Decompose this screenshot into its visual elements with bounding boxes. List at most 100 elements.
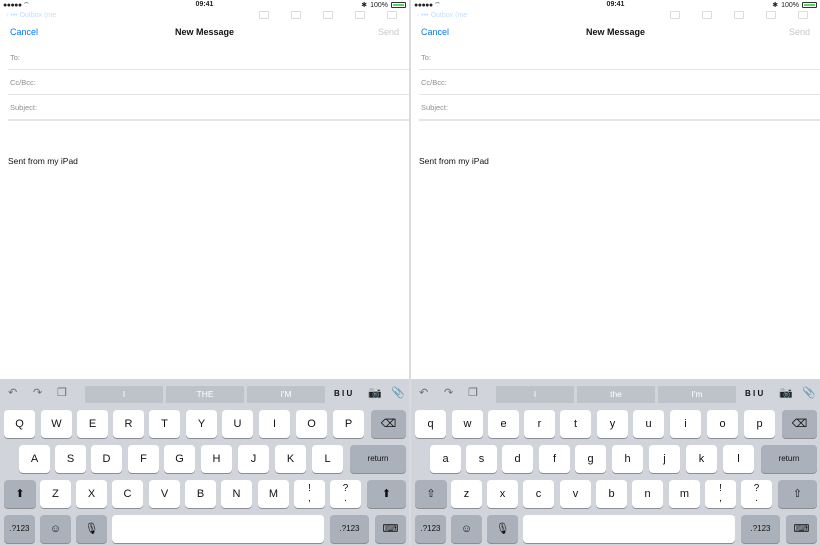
microphone-key[interactable]: 🎙 (76, 515, 107, 543)
key-k[interactable]: K (275, 445, 306, 473)
key-m[interactable]: m (669, 480, 700, 508)
numbers-key[interactable]: .?123 (415, 515, 446, 543)
key-j[interactable]: j (649, 445, 680, 473)
suggestion-3[interactable]: I'm (658, 386, 736, 403)
key-a[interactable]: a (430, 445, 461, 473)
shift-right-key[interactable]: ⬆ (367, 480, 406, 508)
hide-keyboard-key[interactable]: ⌨ (786, 515, 817, 543)
key-e[interactable]: E (77, 410, 108, 438)
key-g[interactable]: G (164, 445, 195, 473)
hide-keyboard-key[interactable]: ⌨ (375, 515, 406, 543)
key-f[interactable]: F (128, 445, 159, 473)
key-u[interactable]: u (633, 410, 664, 438)
to-field[interactable]: To: (8, 45, 409, 70)
key-m[interactable]: M (258, 480, 289, 508)
suggestion-3[interactable]: I'M (247, 386, 325, 403)
camera-icon[interactable]: 📷 (779, 386, 793, 399)
key-p[interactable]: p (744, 410, 775, 438)
key-r[interactable]: R (113, 410, 144, 438)
key-t[interactable]: T (149, 410, 180, 438)
subject-field[interactable]: Subject: (8, 95, 409, 120)
space-key[interactable] (112, 515, 324, 543)
key-x[interactable]: X (76, 480, 107, 508)
key-k[interactable]: k (686, 445, 717, 473)
suggestion-2[interactable]: the (577, 386, 655, 403)
redo-icon[interactable]: ↷ (444, 386, 453, 399)
key-e[interactable]: e (488, 410, 519, 438)
emoji-key[interactable]: ☺ (40, 515, 71, 543)
key-n[interactable]: n (632, 480, 663, 508)
key-z[interactable]: z (451, 480, 482, 508)
shift-left-key[interactable]: ⇧ (415, 480, 447, 508)
to-field[interactable]: To: (419, 45, 820, 70)
paste-icon[interactable]: ❐ (57, 386, 67, 399)
key-v[interactable]: v (560, 480, 591, 508)
undo-icon[interactable]: ↶ (8, 386, 17, 399)
key-b[interactable]: b (596, 480, 627, 508)
send-button[interactable]: Send (378, 27, 399, 37)
emoji-key[interactable]: ☺ (451, 515, 482, 543)
return-key[interactable]: return (350, 445, 406, 473)
suggestion-2[interactable]: THE (166, 386, 244, 403)
key-b[interactable]: B (185, 480, 216, 508)
cc-bcc-field[interactable]: Cc/Bcc: (419, 70, 820, 95)
key-w[interactable]: w (452, 410, 483, 438)
key-o[interactable]: O (296, 410, 327, 438)
key-i[interactable]: i (670, 410, 701, 438)
key-question-period[interactable]: ?. (330, 480, 361, 508)
return-key[interactable]: return (761, 445, 817, 473)
attachment-icon[interactable]: 📎 (391, 386, 405, 399)
key-q[interactable]: q (415, 410, 446, 438)
key-y[interactable]: Y (186, 410, 217, 438)
key-x[interactable]: x (487, 480, 518, 508)
key-f[interactable]: f (539, 445, 570, 473)
suggestion-1[interactable]: I (496, 386, 574, 403)
message-body-signature[interactable]: Sent from my iPad (419, 156, 489, 166)
key-exclaim-comma[interactable]: !, (705, 480, 736, 508)
key-z[interactable]: Z (40, 480, 71, 508)
key-i[interactable]: I (259, 410, 290, 438)
key-v[interactable]: V (149, 480, 180, 508)
key-n[interactable]: N (221, 480, 252, 508)
attachment-icon[interactable]: 📎 (802, 386, 816, 399)
key-o[interactable]: o (707, 410, 738, 438)
redo-icon[interactable]: ↷ (33, 386, 42, 399)
key-q[interactable]: Q (4, 410, 35, 438)
space-key[interactable] (523, 515, 735, 543)
key-question-period[interactable]: ?. (741, 480, 772, 508)
key-g[interactable]: g (575, 445, 606, 473)
key-l[interactable]: L (312, 445, 343, 473)
key-w[interactable]: W (41, 410, 72, 438)
message-body-signature[interactable]: Sent from my iPad (8, 156, 78, 166)
key-a[interactable]: A (19, 445, 50, 473)
numbers-key[interactable]: .?123 (4, 515, 35, 543)
key-u[interactable]: U (222, 410, 253, 438)
key-d[interactable]: D (91, 445, 122, 473)
key-r[interactable]: r (524, 410, 555, 438)
key-d[interactable]: d (502, 445, 533, 473)
key-exclaim-comma[interactable]: !, (294, 480, 325, 508)
key-t[interactable]: t (560, 410, 591, 438)
undo-icon[interactable]: ↶ (419, 386, 428, 399)
subject-field[interactable]: Subject: (419, 95, 820, 120)
camera-icon[interactable]: 📷 (368, 386, 382, 399)
key-h[interactable]: H (201, 445, 232, 473)
send-button[interactable]: Send (789, 27, 810, 37)
key-c[interactable]: C (112, 480, 143, 508)
shift-right-key[interactable]: ⇧ (778, 480, 817, 508)
cc-bcc-field[interactable]: Cc/Bcc: (8, 70, 409, 95)
numbers-key-right[interactable]: .?123 (330, 515, 369, 543)
paste-icon[interactable]: ❐ (468, 386, 478, 399)
key-h[interactable]: h (612, 445, 643, 473)
format-biu-button[interactable]: B I U (745, 389, 763, 398)
delete-key[interactable]: ⌫ (782, 410, 817, 438)
format-biu-button[interactable]: B I U (334, 389, 352, 398)
key-l[interactable]: l (723, 445, 754, 473)
shift-left-key[interactable]: ⬆ (4, 480, 36, 508)
key-c[interactable]: c (523, 480, 554, 508)
suggestion-1[interactable]: I (85, 386, 163, 403)
key-s[interactable]: s (466, 445, 497, 473)
numbers-key-right[interactable]: .?123 (741, 515, 780, 543)
key-s[interactable]: S (55, 445, 86, 473)
microphone-key[interactable]: 🎙 (487, 515, 518, 543)
